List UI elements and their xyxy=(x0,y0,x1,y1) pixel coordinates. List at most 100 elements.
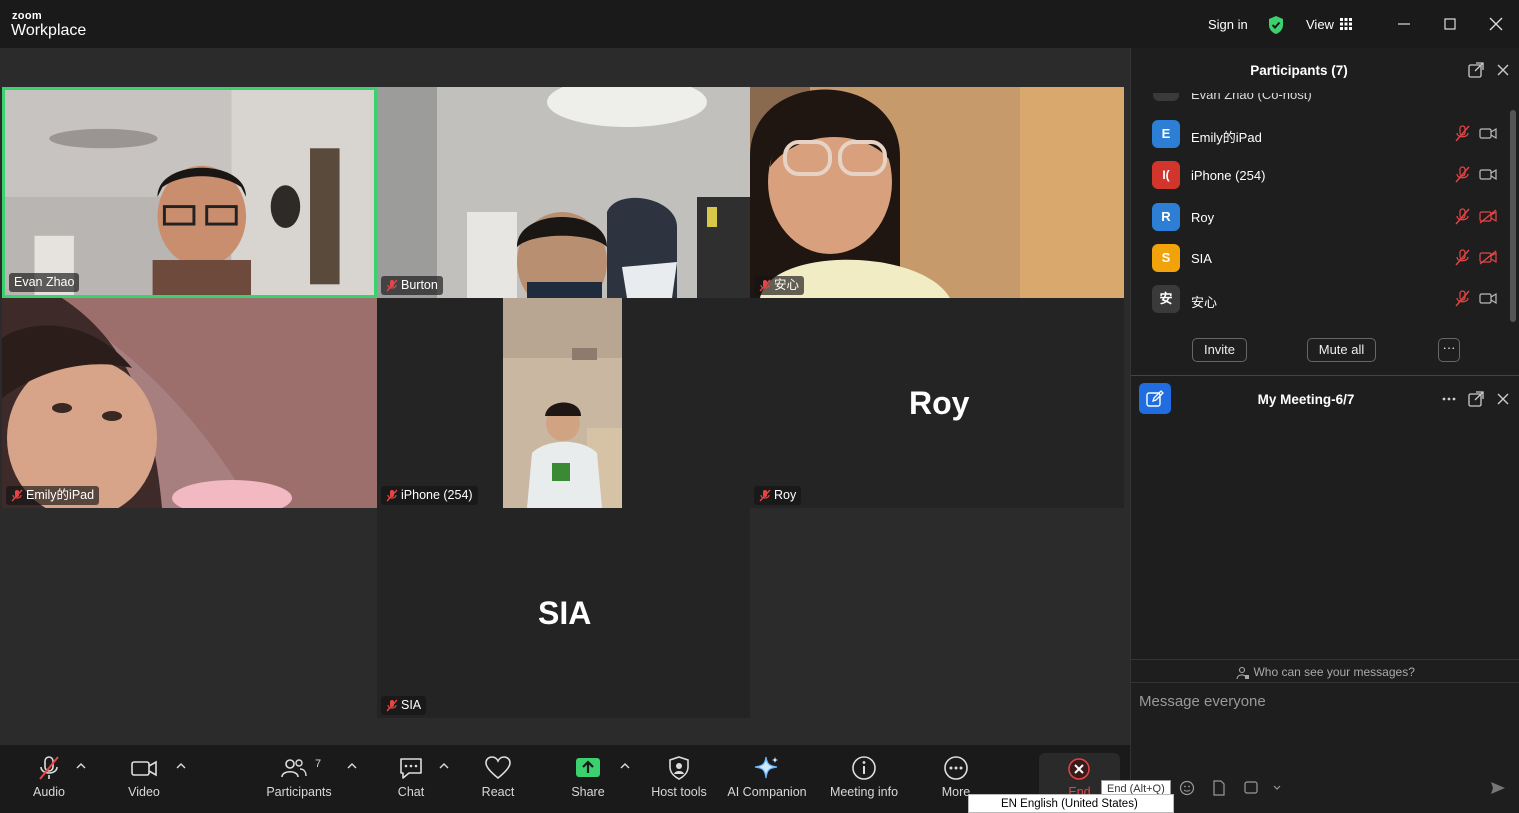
participants-more-button[interactable]: ··· xyxy=(1438,338,1460,362)
participant-row[interactable]: 安 安心 xyxy=(1131,279,1511,320)
meeting-toolbar: Audio Video 7 Participants Chat React Sh… xyxy=(0,745,1130,813)
participants-title: Participants (7) xyxy=(1250,63,1348,78)
microphone-muted-icon[interactable] xyxy=(1454,125,1470,142)
video-off-icon[interactable] xyxy=(1479,250,1497,265)
avatar: I( xyxy=(1152,161,1180,189)
video-feed xyxy=(750,87,1124,298)
microphone-muted-icon xyxy=(386,699,398,712)
participants-scrollbar[interactable] xyxy=(1510,110,1516,322)
share-button[interactable]: Share xyxy=(562,745,614,805)
sign-in-button[interactable]: Sign in xyxy=(1208,17,1248,32)
microphone-muted-icon xyxy=(759,279,771,292)
chevron-up-icon[interactable] xyxy=(620,762,630,770)
shield-icon xyxy=(669,756,689,780)
participants-button[interactable]: 7 Participants xyxy=(262,745,336,805)
video-tile-evan-zhao[interactable]: Evan Zhao xyxy=(2,87,377,298)
chevron-up-icon[interactable] xyxy=(176,762,186,770)
host-tools-button[interactable]: Host tools xyxy=(645,745,713,805)
react-button[interactable]: React xyxy=(472,745,524,805)
close-icon[interactable] xyxy=(1495,62,1511,78)
video-tile-burton[interactable]: Burton xyxy=(377,87,750,298)
participant-row[interactable]: S SIA xyxy=(1131,238,1511,279)
participant-name-tag: iPhone (254) xyxy=(381,486,478,505)
video-camera-icon xyxy=(131,760,157,777)
close-icon[interactable] xyxy=(1495,391,1511,407)
participant-name-tag: SIA xyxy=(381,696,427,715)
video-tile-emily-ipad[interactable]: Emily的iPad xyxy=(2,298,377,508)
video-camera-icon[interactable] xyxy=(1479,291,1497,306)
side-panel: Participants (7) Evan Zhao (Co-host) E E… xyxy=(1130,48,1519,813)
video-camera-icon[interactable] xyxy=(1479,167,1497,182)
mute-all-button[interactable]: Mute all xyxy=(1307,338,1376,362)
video-tile-sia[interactable]: SIA SIA xyxy=(377,508,750,718)
emoji-icon[interactable] xyxy=(1179,778,1195,798)
participant-row-partial[interactable]: Evan Zhao (Co-host) xyxy=(1131,93,1511,105)
more-dots-icon xyxy=(944,756,968,780)
chat-button[interactable]: Chat xyxy=(385,745,437,805)
grid-icon[interactable] xyxy=(1340,18,1352,30)
share-screen-icon xyxy=(576,758,600,777)
participants-count: 7 xyxy=(315,758,322,770)
minimize-icon[interactable] xyxy=(1394,14,1414,34)
shield-check-icon[interactable] xyxy=(1267,15,1285,35)
microphone-muted-icon[interactable] xyxy=(1454,166,1470,183)
video-button[interactable]: Video xyxy=(115,745,173,805)
participant-row[interactable]: I( iPhone (254) xyxy=(1131,155,1511,196)
video-tile-iphone-254[interactable]: iPhone (254) xyxy=(377,298,750,508)
screenshot-icon[interactable] xyxy=(1243,778,1259,798)
video-off-icon[interactable] xyxy=(1479,209,1497,224)
info-icon xyxy=(852,756,876,780)
pop-out-icon[interactable] xyxy=(1468,62,1484,78)
more-dots-icon[interactable] xyxy=(1441,391,1457,407)
chat-title: My Meeting-6/7 xyxy=(1257,392,1355,407)
video-tile-anxin[interactable]: 安心 xyxy=(750,87,1124,298)
invite-button[interactable]: Invite xyxy=(1192,338,1247,362)
participant-name: Roy xyxy=(774,488,797,502)
video-feed xyxy=(5,90,374,295)
participant-name: Burton xyxy=(401,278,438,292)
person-lock-icon xyxy=(1236,666,1250,679)
send-icon[interactable] xyxy=(1489,778,1507,798)
chat-header: My Meeting-6/7 xyxy=(1131,376,1519,421)
audio-label: Audio xyxy=(33,785,65,799)
participant-row[interactable]: E Emily的iPad xyxy=(1131,114,1511,155)
microphone-muted-icon xyxy=(386,279,398,292)
video-tile-roy[interactable]: Roy Roy xyxy=(750,298,1124,508)
participants-label: Participants xyxy=(266,785,332,799)
zoom-logo-top: zoom xyxy=(12,10,42,22)
participant-name-tag: Emily的iPad xyxy=(6,486,100,505)
video-camera-icon[interactable] xyxy=(1479,126,1497,141)
title-bar: zoom Workplace Sign in View xyxy=(0,0,1519,48)
chevron-up-icon[interactable] xyxy=(439,762,449,770)
language-indicator[interactable]: EN English (United States) xyxy=(968,794,1174,813)
meeting-info-button[interactable]: Meeting info xyxy=(824,745,904,805)
participant-name-tag: Roy xyxy=(754,486,802,505)
chat-bubble-icon xyxy=(400,758,422,779)
microphone-muted-icon xyxy=(39,756,59,780)
pop-out-icon[interactable] xyxy=(1468,391,1484,407)
audio-button[interactable]: Audio xyxy=(20,745,78,805)
participant-name: Evan Zhao xyxy=(14,275,75,289)
file-icon[interactable] xyxy=(1211,778,1227,798)
chevron-up-icon[interactable] xyxy=(76,762,86,770)
view-button[interactable]: View xyxy=(1306,17,1334,32)
microphone-muted-icon[interactable] xyxy=(1454,208,1470,225)
who-can-see-messages[interactable]: Who can see your messages? xyxy=(1131,659,1519,683)
participant-name: iPhone (254) xyxy=(1191,168,1266,183)
microphone-muted-icon[interactable] xyxy=(1454,290,1470,307)
video-feed xyxy=(2,298,377,508)
video-gallery: Evan Zhao Burton 安心 Emily的iPad iPhone (2… xyxy=(0,48,1130,745)
avatar: S xyxy=(1152,244,1180,272)
participant-row[interactable]: R Roy xyxy=(1131,197,1511,238)
participant-name: iPhone (254) xyxy=(401,488,473,502)
maximize-icon[interactable] xyxy=(1440,14,1460,34)
chevron-down-icon[interactable] xyxy=(1272,778,1282,798)
microphone-muted-icon xyxy=(386,489,398,502)
message-input[interactable]: Message everyone xyxy=(1139,693,1266,710)
microphone-muted-icon[interactable] xyxy=(1454,249,1470,266)
zoom-window: zoom Workplace Sign in View Evan Zhao Bu… xyxy=(0,0,1519,813)
ai-companion-button[interactable]: AI Companion xyxy=(724,745,810,805)
chevron-up-icon[interactable] xyxy=(347,762,357,770)
participant-name: SIA xyxy=(401,698,422,712)
close-window-icon[interactable] xyxy=(1486,14,1506,34)
